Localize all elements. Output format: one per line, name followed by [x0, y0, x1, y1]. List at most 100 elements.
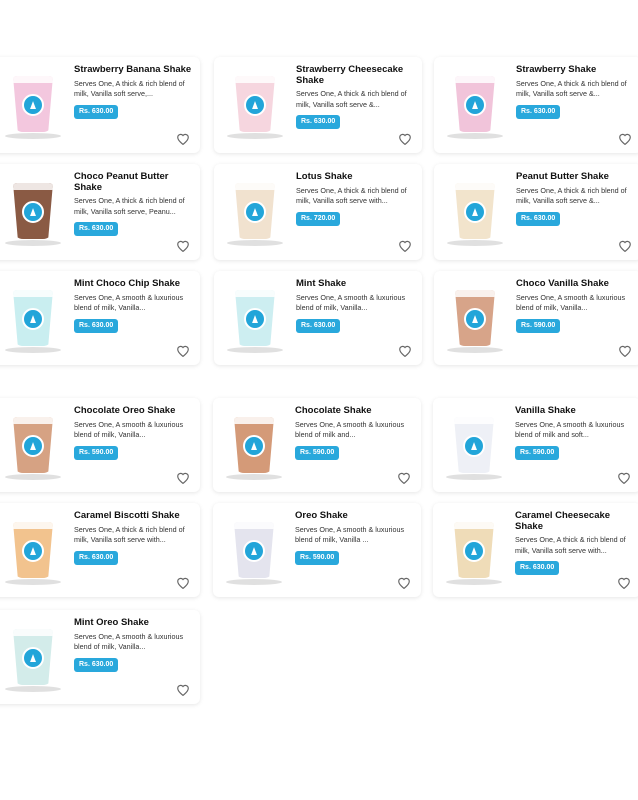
- product-name: Chocolate Oreo Shake: [74, 405, 176, 416]
- heart-icon[interactable]: [397, 576, 411, 589]
- product-image: [221, 513, 287, 587]
- heart-icon[interactable]: [617, 471, 631, 484]
- brand-logo: [22, 540, 44, 563]
- product-card[interactable]: Caramel Biscotti Shake Serves One, A thic…: [0, 503, 200, 597]
- product-name: Chocolate Shake: [295, 405, 372, 416]
- price-badge: Rs. 630.00: [516, 211, 561, 226]
- price-badge: Rs. 720.00: [296, 211, 341, 226]
- product-description: Serves One, A thick & rich blend of milk…: [516, 78, 627, 99]
- heart-icon[interactable]: [398, 239, 412, 252]
- product-card[interactable]: Caramel Cheesecake Shake Serves One, A th…: [433, 503, 638, 597]
- brand-logo: [244, 94, 266, 117]
- product-description: Serves One, A smooth & luxurious blend o…: [296, 292, 406, 313]
- heart-icon[interactable]: [176, 239, 190, 252]
- product-card[interactable]: Peanut Butter Shake Serves One, A thick &…: [434, 164, 638, 260]
- product-image: [0, 620, 66, 694]
- price-badge: Rs. 630.00: [74, 657, 119, 672]
- heart-icon[interactable]: [176, 344, 190, 357]
- product-card[interactable]: Mint Shake Serves One, A smooth & luxurio…: [214, 271, 422, 365]
- product-description: Serves One, A smooth & luxurious blend o…: [74, 419, 184, 440]
- product-description: Serves One, A smooth & luxurious blend o…: [295, 419, 405, 440]
- price-badge: Rs. 630.00: [74, 318, 119, 333]
- product-name: Mint Shake: [296, 278, 347, 289]
- heart-icon[interactable]: [176, 683, 190, 696]
- heart-icon[interactable]: [397, 471, 411, 484]
- product-image: [442, 174, 508, 248]
- brand-logo: [22, 201, 44, 224]
- product-card[interactable]: Mint Choco Chip Shake Serves One, A smoot…: [0, 271, 200, 365]
- product-name: Oreo Shake: [295, 510, 348, 521]
- brand-logo: [244, 201, 266, 224]
- product-image: [0, 281, 66, 355]
- product-card[interactable]: Choco Peanut Butter Shake Serves One, A t…: [0, 164, 200, 260]
- price-badge: Rs. 630.00: [516, 104, 561, 119]
- product-card[interactable]: Strawberry Shake Serves One, A thick & ri…: [434, 57, 638, 153]
- heart-icon[interactable]: [176, 471, 190, 484]
- product-name: Choco Peanut Butter Shake: [74, 171, 169, 193]
- brand-logo: [464, 94, 486, 117]
- product-description: Serves One, A thick & rich blend of milk…: [296, 185, 407, 206]
- product-card[interactable]: Oreo Shake Serves One, A smooth & luxurio…: [213, 503, 421, 597]
- product-name: Choco Vanilla Shake: [516, 278, 609, 289]
- product-card[interactable]: Chocolate Oreo Shake Serves One, A smooth…: [0, 398, 200, 492]
- product-card[interactable]: Choco Vanilla Shake Serves One, A smooth …: [434, 271, 638, 365]
- product-card[interactable]: Strawberry Cheesecake Shake Serves One, A…: [214, 57, 422, 153]
- heart-icon[interactable]: [176, 576, 190, 589]
- product-card[interactable]: Lotus Shake Serves One, A thick & rich bl…: [214, 164, 422, 260]
- price-badge: Rs. 590.00: [74, 445, 119, 460]
- product-description: Serves One, A smooth & luxurious blend o…: [516, 292, 626, 313]
- price-badge: Rs. 590.00: [295, 550, 340, 565]
- product-card[interactable]: Vanilla Shake Serves One, A smooth & luxu…: [433, 398, 638, 492]
- product-description: Serves One, A thick & rich blend of milk…: [74, 524, 185, 545]
- heart-icon[interactable]: [618, 132, 632, 145]
- price-badge: Rs. 630.00: [74, 104, 119, 119]
- product-name: Strawberry Banana Shake: [74, 64, 192, 75]
- product-image: [222, 67, 288, 141]
- product-card[interactable]: Strawberry Banana Shake Serves One, A thi…: [0, 57, 200, 153]
- product-image: [222, 174, 288, 248]
- brand-logo: [243, 435, 265, 458]
- heart-icon[interactable]: [617, 576, 631, 589]
- product-name: Lotus Shake: [296, 171, 353, 182]
- product-description: Serves One, A thick & rich blend of milk…: [515, 535, 626, 555]
- product-image: [0, 174, 66, 248]
- heart-icon[interactable]: [618, 344, 632, 357]
- price-badge: Rs. 630.00: [515, 561, 560, 575]
- price-badge: Rs. 630.00: [296, 115, 341, 129]
- brand-logo: [464, 201, 486, 224]
- brand-logo: [243, 540, 265, 563]
- heart-icon[interactable]: [398, 344, 412, 357]
- product-name: Strawberry Cheesecake Shake: [296, 64, 404, 86]
- price-badge: Rs. 590.00: [515, 445, 560, 460]
- brand-logo: [244, 308, 266, 331]
- product-image: [221, 408, 287, 482]
- brand-logo: [463, 435, 485, 458]
- product-image: [0, 408, 66, 482]
- product-description: Serves One, A smooth & luxurious blend o…: [74, 292, 184, 313]
- product-name: Vanilla Shake: [515, 405, 576, 416]
- product-name: Mint Oreo Shake: [74, 617, 149, 628]
- heart-icon[interactable]: [398, 132, 412, 145]
- product-card[interactable]: Chocolate Shake Serves One, A smooth & lu…: [213, 398, 421, 492]
- product-name: Strawberry Shake: [516, 64, 597, 75]
- product-description: Serves One, A thick & rich blend of milk…: [74, 78, 185, 99]
- brand-logo: [464, 308, 486, 331]
- product-image: [222, 281, 288, 355]
- product-name: Caramel Cheesecake Shake: [515, 510, 611, 532]
- brand-logo: [22, 647, 44, 670]
- price-badge: Rs. 630.00: [74, 550, 119, 565]
- product-card[interactable]: Mint Oreo Shake Serves One, A smooth & lu…: [0, 610, 200, 704]
- product-name: Caramel Biscotti Shake: [74, 510, 180, 521]
- heart-icon[interactable]: [176, 132, 190, 145]
- heart-icon[interactable]: [618, 239, 632, 252]
- price-badge: Rs. 590.00: [516, 318, 561, 333]
- product-image: [442, 281, 508, 355]
- product-image: [0, 513, 66, 587]
- product-description: Serves One, A thick & rich blend of milk…: [74, 196, 185, 216]
- product-image: [442, 67, 508, 141]
- brand-logo: [22, 435, 44, 458]
- price-badge: Rs. 590.00: [295, 445, 340, 460]
- product-description: Serves One, A smooth & luxurious blend o…: [74, 631, 184, 652]
- product-description: Serves One, A smooth & luxurious blend o…: [295, 524, 405, 545]
- product-description: Serves One, A thick & rich blend of milk…: [516, 185, 627, 206]
